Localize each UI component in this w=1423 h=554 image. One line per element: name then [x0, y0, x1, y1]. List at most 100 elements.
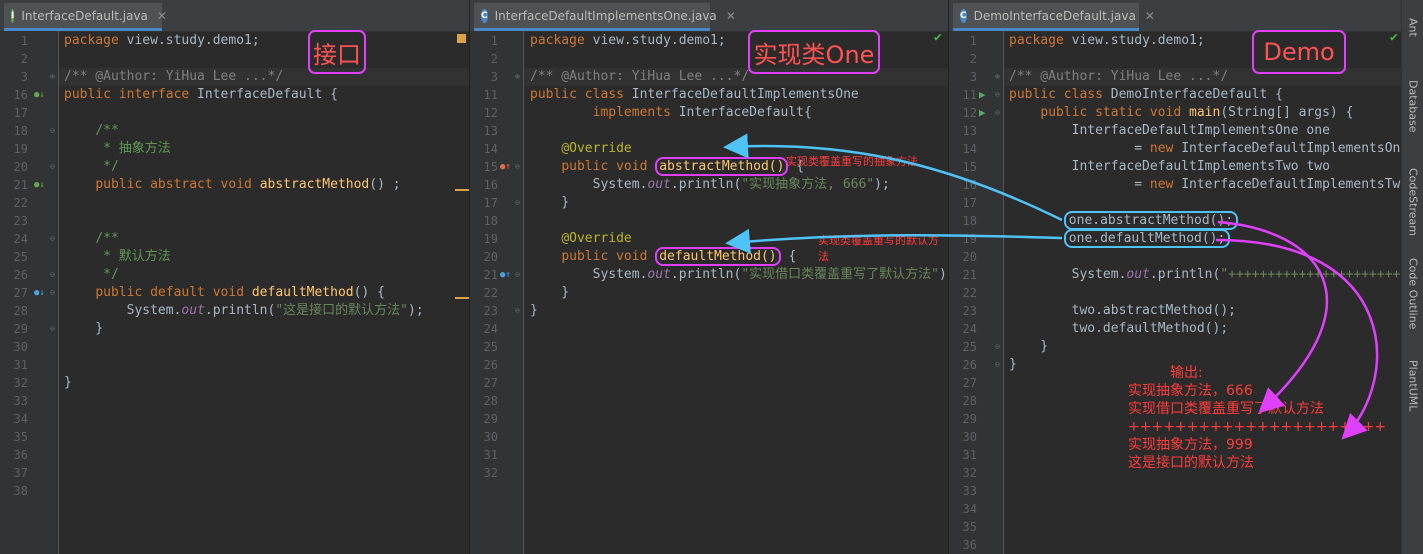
line-number: 17 — [962, 196, 977, 210]
output-line: 实现借口类覆盖重写了默认方法 — [1128, 401, 1324, 417]
fold-icon[interactable]: ⊖ — [515, 158, 520, 176]
line-number: 19 — [483, 232, 498, 246]
line-number: 25 — [962, 340, 977, 354]
line-number: 18 — [962, 214, 977, 228]
line-number: 37 — [13, 466, 28, 480]
line-number: 33 — [13, 394, 28, 408]
line-number: 33 — [962, 484, 977, 498]
line-number: 30 — [483, 430, 498, 444]
line-number: 23 — [13, 214, 28, 228]
pane-label: 接口 — [308, 30, 366, 74]
line-number: 34 — [13, 412, 28, 426]
tab-title: DemoInterfaceDefault.java — [973, 8, 1136, 23]
output-line: ++++++++++++++++++++++ — [1128, 419, 1387, 435]
line-number: 22 — [13, 196, 28, 210]
close-icon[interactable]: ✕ — [157, 9, 167, 23]
fold-icon[interactable]: ⊖ — [995, 338, 1000, 356]
line-number: 29 — [13, 322, 28, 336]
warning-marker-icon[interactable] — [457, 34, 466, 43]
gutter: 1 2 3 16 17 18 19 20 21 22 23 24 25 26 2… — [0, 31, 59, 554]
sidebar-item-ant[interactable]: Ant — [1402, 18, 1423, 37]
line-number: 28 — [483, 394, 498, 408]
fold-icon[interactable]: ⊖ — [50, 320, 55, 338]
line-number: 3 — [969, 70, 977, 84]
sidebar-item-plantuml[interactable]: PlantUML — [1402, 360, 1423, 411]
override-marker-icon[interactable]: ●↑ — [500, 158, 511, 176]
line-number: 31 — [483, 448, 498, 462]
line-number: 3 — [20, 70, 28, 84]
implemented-marker-icon[interactable]: ●↓ — [34, 86, 45, 104]
warning-stripe[interactable] — [455, 297, 469, 299]
fold-icon[interactable]: ⊖ — [995, 356, 1000, 374]
close-icon[interactable]: ✕ — [1145, 9, 1155, 23]
line-number: 11 — [962, 88, 977, 102]
line-number: 23 — [962, 304, 977, 318]
line-number: 3 — [490, 70, 498, 84]
fold-icon[interactable]: ⊖ — [50, 122, 55, 140]
line-number: 17 — [13, 106, 28, 120]
code-area[interactable]: package view.study.demo1; /** @Author: Y… — [64, 32, 424, 392]
output-line: 这是接口的默认方法 — [1128, 455, 1254, 471]
tab-demo-interface-default[interactable]: C DemoInterfaceDefault.java ✕ — [953, 3, 1155, 31]
line-number: 1 — [969, 34, 977, 48]
line-number: 18 — [483, 214, 498, 228]
check-icon: ✔ — [934, 30, 942, 45]
pane-label: Demo — [1252, 30, 1346, 74]
fold-icon[interactable]: ⊖ — [515, 194, 520, 212]
line-number: 1 — [20, 34, 28, 48]
tab-implements-one[interactable]: C InterfaceDefaultImplementsOne.java ✕ — [474, 3, 736, 31]
sidebar-item-codestream[interactable]: CodeStream — [1402, 168, 1423, 236]
warning-stripe[interactable] — [455, 189, 469, 191]
fold-icon[interactable]: ⊖ — [995, 104, 1000, 122]
close-icon[interactable]: ✕ — [726, 9, 736, 23]
run-icon[interactable]: ▶ — [979, 86, 986, 104]
line-number: 21 — [13, 178, 28, 192]
sidebar-item-database[interactable]: Database — [1402, 80, 1423, 133]
output-heading: 输出: — [1170, 365, 1203, 381]
fold-icon[interactable]: ⊖ — [515, 266, 520, 284]
line-number: 25 — [483, 340, 498, 354]
fold-icon[interactable]: ⊕ — [50, 68, 55, 86]
line-number: 28 — [962, 394, 977, 408]
line-number: 2 — [969, 52, 977, 66]
fold-icon[interactable]: ⊖ — [50, 266, 55, 284]
overridden-marker-icon[interactable]: ●↓ — [34, 284, 45, 302]
code-area[interactable]: package view.study.demo1; /** @Author: Y… — [1009, 32, 1401, 374]
line-number: 21 — [962, 268, 977, 282]
line-number: 31 — [962, 448, 977, 462]
line-number: 27 — [483, 376, 498, 390]
tab-interface-default[interactable]: I InterfaceDefault.java ✕ — [4, 3, 167, 31]
annotation-abstract: 实现类覆盖重写的抽象方法 — [786, 155, 918, 168]
right-tool-sidebar: Ant Database CodeStream Code Outline Pla… — [1401, 0, 1423, 554]
line-number: 28 — [13, 304, 28, 318]
run-icon[interactable]: ▶ — [979, 104, 986, 122]
override-marker-icon[interactable]: ●↑ — [500, 266, 511, 284]
line-number: 20 — [13, 160, 28, 174]
sidebar-item-code-outline[interactable]: Code Outline — [1402, 258, 1423, 329]
line-number: 15 — [483, 160, 498, 174]
fold-icon[interactable]: ⊖ — [995, 86, 1000, 104]
line-number: 38 — [13, 484, 28, 498]
line-number: 30 — [13, 340, 28, 354]
line-number: 12 — [962, 106, 977, 120]
line-number: 24 — [483, 322, 498, 336]
line-number: 32 — [962, 466, 977, 480]
code-area[interactable]: package view.study.demo1; /** @Author: Y… — [530, 32, 948, 320]
fold-icon[interactable]: ⊖ — [50, 230, 55, 248]
implemented-marker-icon[interactable]: ●↓ — [34, 176, 45, 194]
fold-icon[interactable]: ⊖ — [515, 302, 520, 320]
line-number: 35 — [962, 520, 977, 534]
line-number: 36 — [962, 538, 977, 552]
line-number: 13 — [962, 124, 977, 138]
fold-icon[interactable]: ⊖ — [50, 158, 55, 176]
line-number: 17 — [483, 196, 498, 210]
tab-title: InterfaceDefault.java — [21, 8, 148, 23]
fold-icon[interactable]: ⊕ — [515, 68, 520, 86]
tab-bar: C InterfaceDefaultImplementsOne.java ✕ — [470, 0, 948, 32]
fold-icon[interactable]: ⊖ — [50, 284, 55, 302]
line-number: 26 — [962, 358, 977, 372]
check-icon: ✔ — [1390, 30, 1398, 45]
line-number: 16 — [962, 178, 977, 192]
fold-icon[interactable]: ⊕ — [995, 68, 1000, 86]
line-number: 16 — [483, 178, 498, 192]
